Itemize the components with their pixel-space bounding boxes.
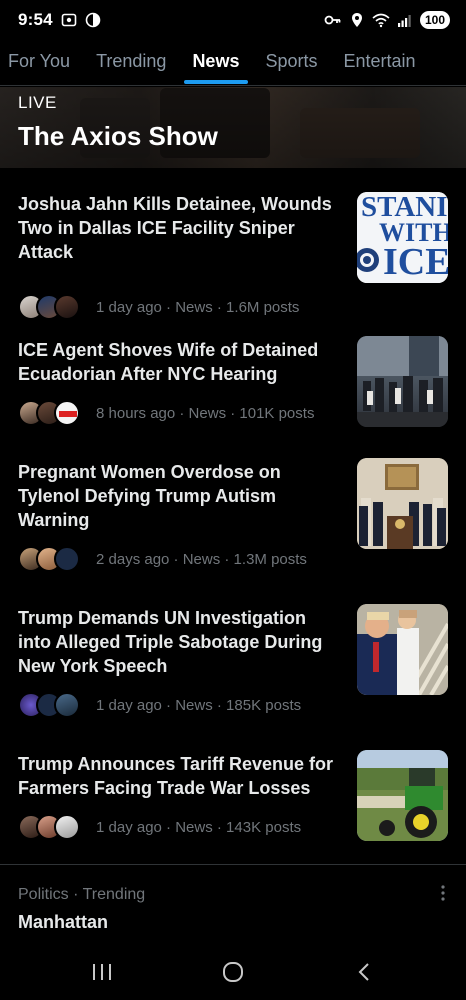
news-item[interactable]: ICE Agent Shoves Wife of Detained Ecuado… <box>0 336 466 448</box>
news-meta: 1 day ago · News · 185K posts <box>18 692 301 718</box>
back-button[interactable] <box>344 956 384 988</box>
news-item[interactable]: Trump Announces Tariff Revenue for Farme… <box>0 750 466 872</box>
news-thumbnail <box>357 336 448 427</box>
key-icon <box>324 15 341 25</box>
news-meta-text: 8 hours ago · News · 101K posts <box>96 404 315 422</box>
news-thumbnail <box>357 458 448 549</box>
news-item[interactable]: Joshua Jahn Kills Detainee, Wounds Two i… <box>0 192 466 322</box>
avatar <box>54 546 80 572</box>
home-button[interactable] <box>213 956 253 988</box>
avatar-stack <box>18 692 88 718</box>
news-item[interactable]: Pregnant Women Overdose on Tylenol Defyi… <box>0 458 466 580</box>
avatar-stack <box>18 400 88 426</box>
battery-indicator: 100 <box>419 11 450 29</box>
news-thumbnail: STANI WITH ICE <box>357 192 448 283</box>
news-meta: 1 day ago · News · 143K posts <box>18 814 301 840</box>
recent-apps-button[interactable] <box>82 956 122 988</box>
live-title: The Axios Show <box>18 121 218 151</box>
home-icon <box>223 962 243 982</box>
news-thumbnail <box>357 604 448 695</box>
status-time: 9:54 <box>18 10 53 29</box>
tab-entertainment[interactable]: Entertain <box>331 40 429 85</box>
news-meta-text: 1 day ago · News · 1.6M posts <box>96 298 300 316</box>
explore-tabs: For You Trending News Sports Entertain <box>0 40 466 86</box>
location-icon <box>351 13 362 27</box>
recent-apps-icon <box>93 964 111 980</box>
status-bar: 9:54 100 <box>0 0 466 40</box>
news-meta: 8 hours ago · News · 101K posts <box>18 400 314 426</box>
live-label: LIVE <box>18 93 57 112</box>
more-options-icon[interactable] <box>438 884 448 904</box>
section-divider <box>0 864 466 865</box>
tab-trending[interactable]: Trending <box>83 40 179 85</box>
news-meta-text: 1 day ago · News · 185K posts <box>96 696 302 714</box>
screenshot-icon <box>61 13 77 27</box>
news-title: Pregnant Women Overdose on Tylenol Defyi… <box>18 462 281 530</box>
tab-for-you[interactable]: For You <box>0 40 83 85</box>
avatar <box>54 294 80 320</box>
live-banner[interactable]: LIVE The Axios Show <box>0 87 466 168</box>
wifi-icon <box>372 13 390 28</box>
thumb-text-3: ICE <box>383 241 448 283</box>
news-item[interactable]: Trump Demands UN Investigation into Alle… <box>0 604 466 726</box>
trend-category: Politics · Trending <box>18 886 146 903</box>
trend-name: Manhattan <box>18 912 108 932</box>
tab-news[interactable]: News <box>179 40 252 85</box>
news-title: Trump Demands UN Investigation into Alle… <box>18 608 323 676</box>
back-icon <box>358 963 369 981</box>
news-meta-text: 1 day ago · News · 143K posts <box>96 818 302 836</box>
tab-sports[interactable]: Sports <box>252 40 330 85</box>
news-meta: 2 days ago · News · 1.3M posts <box>18 546 307 572</box>
news-title: ICE Agent Shoves Wife of Detained Ecuado… <box>18 340 319 384</box>
dnd-icon <box>85 12 101 28</box>
avatar-stack <box>18 814 88 840</box>
news-title: Trump Announces Tariff Revenue for Farme… <box>18 754 334 798</box>
avatar <box>54 814 80 840</box>
avatar <box>54 692 80 718</box>
news-title: Joshua Jahn Kills Detainee, Wounds Two i… <box>18 194 332 262</box>
signal-icon <box>397 15 411 27</box>
system-nav-bar <box>0 944 466 1000</box>
news-meta: 1 day ago · News · 1.6M posts <box>18 294 299 320</box>
news-thumbnail <box>357 750 448 841</box>
avatar-stack <box>18 294 88 320</box>
avatar <box>54 400 80 426</box>
news-meta-text: 2 days ago · News · 1.3M posts <box>96 550 307 568</box>
avatar-stack <box>18 546 88 572</box>
